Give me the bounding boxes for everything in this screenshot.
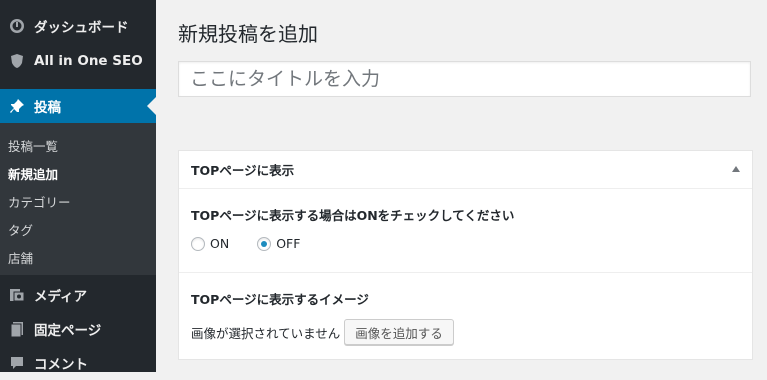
submenu-item-tags[interactable]: タグ: [8, 220, 33, 239]
radio-off-label[interactable]: OFF: [276, 236, 300, 251]
show-on-top-radio-group: ON OFF: [191, 236, 300, 251]
menu-item-all-in-one-seo[interactable]: All in One SEO: [0, 44, 156, 78]
posts-submenu: 投稿一覧 新規追加 カテゴリー タグ 店舗: [0, 123, 156, 275]
admin-sidebar: ダッシュボード All in One SEO 投稿 投稿一覧 新規追加 カテゴリ…: [0, 0, 156, 373]
submenu-item-add-new[interactable]: 新規追加: [8, 164, 58, 183]
radio-on[interactable]: [191, 236, 205, 251]
metabox-header[interactable]: TOPページに表示: [179, 151, 752, 189]
radio-checked-dot: [261, 240, 268, 247]
shield-icon: [0, 53, 34, 69]
menu-item-dashboard[interactable]: ダッシュボード: [0, 9, 156, 43]
menu-item-comments[interactable]: コメント: [0, 346, 156, 380]
menu-item-label: コメント: [34, 357, 88, 373]
image-row: 画像が選択されていません 画像を追加する: [191, 319, 454, 345]
menu-item-label: 投稿: [34, 100, 61, 116]
radio-on-label[interactable]: ON: [210, 236, 229, 251]
post-title-input[interactable]: [178, 61, 751, 97]
menu-item-label: ダッシュボード: [34, 20, 129, 36]
page-title: 新規投稿を追加: [178, 22, 318, 46]
pin-icon: [0, 98, 34, 114]
page-icon: [0, 321, 34, 337]
menu-item-media[interactable]: メディア: [0, 278, 156, 312]
menu-item-label: 固定ページ: [34, 323, 102, 339]
image-status-text: 画像が選択されていません: [191, 325, 341, 341]
dashboard-icon: [0, 18, 34, 34]
submenu-item-all-posts[interactable]: 投稿一覧: [8, 136, 58, 155]
collapse-arrow-icon[interactable]: [732, 166, 740, 172]
menu-item-label: All in One SEO: [34, 53, 143, 69]
submenu-item-stores[interactable]: 店舗: [8, 248, 33, 267]
comment-icon: [0, 355, 34, 371]
menu-item-label: メディア: [34, 289, 88, 305]
menu-item-posts[interactable]: 投稿: [0, 89, 156, 123]
media-icon: [0, 287, 34, 303]
submenu-item-categories[interactable]: カテゴリー: [8, 192, 71, 211]
radio-off[interactable]: [257, 236, 272, 251]
metabox-title: TOPページに表示: [191, 163, 295, 178]
show-on-top-label: TOPページに表示する場合はONをチェックしてください: [191, 208, 515, 223]
top-page-metabox: TOPページに表示 TOPページに表示する場合はONをチェックしてください ON…: [178, 150, 753, 360]
metabox-divider: [179, 272, 752, 273]
add-image-button[interactable]: 画像を追加する: [344, 319, 454, 345]
top-image-label: TOPページに表示するイメージ: [191, 292, 369, 307]
menu-item-pages[interactable]: 固定ページ: [0, 312, 156, 346]
